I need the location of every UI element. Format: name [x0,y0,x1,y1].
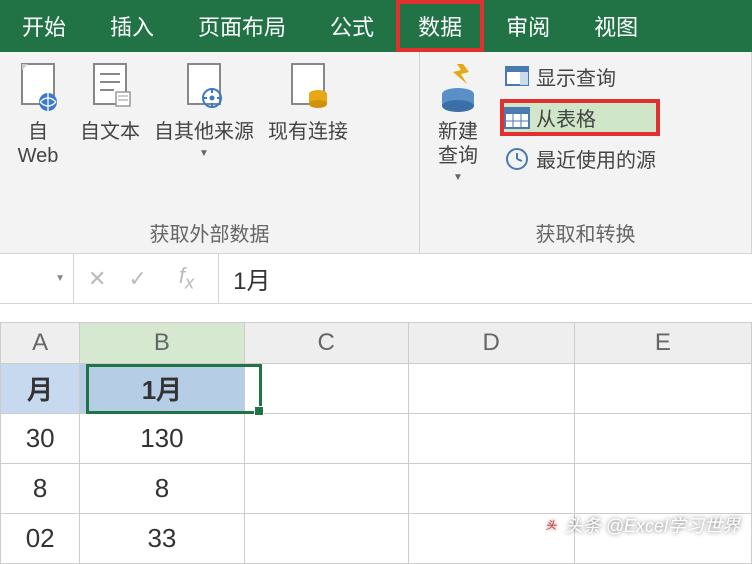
cell-B1[interactable]: 1月 [80,364,244,414]
watermark: 头 头条 @Excel学习世界 [541,512,740,538]
tab-data[interactable]: 数据 [396,0,484,52]
formula-input[interactable]: 1月 [219,261,270,296]
col-header-C[interactable]: C [245,322,409,364]
cell-B4[interactable]: 33 [80,514,244,564]
ribbon-group-label: 获取外部数据 [10,212,409,247]
tab-page-layout[interactable]: 页面布局 [176,0,308,52]
ribbon-tabs: 开始 插入 页面布局 公式 数据 审阅 视图 [0,0,752,52]
ribbon-group-label: 获取和转换 [430,212,741,247]
col-header-A[interactable]: A [0,322,80,364]
cell-A1[interactable]: 月 [0,364,80,414]
cell-C2[interactable] [245,414,409,464]
cell-C3[interactable] [245,464,409,514]
cell-E2[interactable] [575,414,752,464]
new-query-icon [430,60,486,116]
cell-D1[interactable] [409,364,575,414]
from-web-icon [10,60,66,116]
dropdown-icon: ▼ [55,273,65,284]
fx-icon[interactable]: fx [169,263,204,293]
col-header-B[interactable]: B [80,322,244,364]
cell-C1[interactable] [245,364,409,414]
confirm-icon[interactable]: ✓ [128,266,146,292]
cell-B3[interactable]: 8 [80,464,244,514]
cell-D3[interactable] [409,464,575,514]
from-text-button[interactable]: 自文本 [80,60,140,144]
cell-B2[interactable]: 130 [80,414,244,464]
show-queries-button[interactable]: 显示查询 [500,60,660,93]
cell-E1[interactable] [575,364,752,414]
formula-bar: ▼ ✕ ✓ fx 1月 [0,254,752,304]
tab-review[interactable]: 审阅 [484,0,572,52]
dropdown-icon: ▼ [453,172,463,183]
from-other-button[interactable]: 自其他来源 ▼ [154,60,254,159]
tab-start[interactable]: 开始 [0,0,88,52]
cell-A2[interactable]: 30 [0,414,80,464]
dropdown-icon: ▼ [199,148,209,159]
name-box[interactable]: ▼ [0,254,74,303]
cancel-icon[interactable]: ✕ [88,266,106,292]
recent-sources-icon [504,146,530,172]
tab-view[interactable]: 视图 [572,0,660,52]
ribbon-group-external-data: 自 Web 自文本 自其他来源 ▼ 现有连接 [0,52,420,253]
tab-formulas[interactable]: 公式 [308,0,396,52]
cell-E3[interactable] [575,464,752,514]
ribbon-group-get-transform: 新建 查询 ▼ 显示查询 从表格 [420,52,752,253]
watermark-icon: 头 [541,515,561,535]
from-web-button[interactable]: 自 Web [10,60,66,168]
recent-sources-button[interactable]: 最近使用的源 [500,142,660,175]
new-query-button[interactable]: 新建 查询 ▼ [430,60,486,183]
col-header-D[interactable]: D [409,322,575,364]
ribbon: 自 Web 自文本 自其他来源 ▼ 现有连接 [0,52,752,254]
cell-A3[interactable]: 8 [0,464,80,514]
show-queries-icon [504,64,530,90]
existing-connections-button[interactable]: 现有连接 [268,60,348,144]
from-other-icon [176,60,232,116]
from-table-icon [504,105,530,131]
from-text-icon [82,60,138,116]
svg-text:头: 头 [545,519,557,532]
from-table-button[interactable]: 从表格 [500,99,660,136]
tab-insert[interactable]: 插入 [88,0,176,52]
cell-C4[interactable] [245,514,409,564]
cell-D2[interactable] [409,414,575,464]
existing-connections-icon [280,60,336,116]
col-header-E[interactable]: E [575,322,752,364]
cell-A4[interactable]: 02 [0,514,80,564]
